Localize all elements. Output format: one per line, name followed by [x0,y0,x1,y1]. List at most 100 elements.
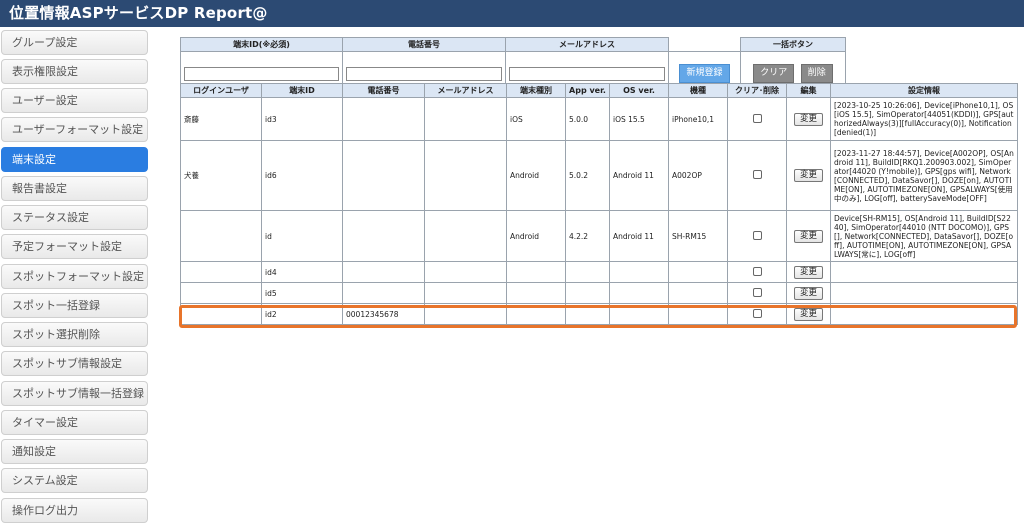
cell-mail [424,210,507,262]
cell-model: SH-RM15 [668,210,728,262]
column-header: 設定情報 [830,83,1018,98]
cell-terminal-id: id3 [261,97,343,141]
column-header: App ver. [565,83,610,98]
cell-clear-delete [727,140,787,211]
phone-input[interactable] [346,66,502,81]
cell-edit: 変更 [786,303,831,325]
cell-mail [424,303,507,325]
sidebar-item[interactable]: 報告書設定 [1,176,148,201]
select-checkbox[interactable] [752,266,762,276]
sidebar-item[interactable]: 端末設定 [1,147,148,172]
column-header: 端末種別 [506,83,566,98]
app-title: 位置情報ASPサービスDP Report@ [0,0,1024,27]
edit-button[interactable]: 変更 [793,112,823,126]
column-header: 電話番号 [342,83,425,98]
cell-settings-info [830,261,1018,283]
sidebar-item[interactable]: 通知設定 [1,439,148,464]
sidebar-item[interactable]: ステータス設定 [1,205,148,230]
cell-clear-delete [727,282,787,304]
sidebar-item[interactable]: ユーザーフォーマット設定 [1,117,148,142]
cell-phone [342,140,425,211]
new-register-button[interactable]: 新規登録 [679,64,730,83]
edit-button[interactable]: 変更 [793,229,823,243]
cell-type [506,303,566,325]
cell-clear-delete [727,261,787,283]
column-header: 編集 [786,83,831,98]
cell-user [180,261,262,283]
cell-type [506,261,566,283]
cell-terminal-id: id2 [261,303,343,325]
sidebar-item[interactable]: ユーザー設定 [1,88,148,113]
select-checkbox[interactable] [752,113,762,123]
cell-settings-info: [2023-10-25 10:26:06], Device[iPhone10,1… [830,97,1018,141]
terminal-table: ログインユーザ 端末ID 電話番号 メールアドレス 端末種別 App ver. OS ver… [180,83,1018,325]
cell-type [506,282,566,304]
terminal-id-input[interactable] [184,66,339,81]
terminal-id-header: 端末ID(※必須) [180,37,343,52]
mail-header: メールアドレス [505,37,669,52]
cell-app-ver: 5.0.2 [565,140,610,211]
cell-os-ver [609,303,669,325]
cell-clear-delete [727,210,787,262]
cell-settings-info [830,303,1018,325]
blank-header [668,37,741,52]
cell-user [180,210,262,262]
sidebar-item[interactable]: 操作ログ出力 [1,498,148,523]
cell-phone [342,97,425,141]
column-header: OS ver. [609,83,669,98]
sidebar-item[interactable]: スポットサブ情報設定 [1,351,148,376]
sidebar-item[interactable]: スポットフォーマット設定 [1,264,148,289]
cell-os-ver [609,282,669,304]
column-header: 端末ID [261,83,343,98]
cell-edit: 変更 [786,97,831,141]
cell-type: iOS [506,97,566,141]
cell-terminal-id: id4 [261,261,343,283]
cell-type: Android [506,210,566,262]
sidebar-item[interactable]: スポット一括登録 [1,293,148,318]
edit-button[interactable]: 変更 [793,307,823,321]
table-row: id Android 4.2.2 Android 11 SH-RM15 変更 Device[… [180,210,1018,262]
cell-phone [342,210,425,262]
edit-button[interactable]: 変更 [793,169,823,182]
cell-os-ver [609,261,669,283]
cell-model: iPhone10,1 [668,97,728,141]
cell-user: 犬養 [180,140,262,211]
cell-edit: 変更 [786,210,831,262]
cell-model [668,261,728,283]
cell-clear-delete [727,303,787,325]
sidebar-item[interactable]: システム設定 [1,468,148,493]
sidebar-item[interactable]: 予定フォーマット設定 [1,234,148,259]
cell-model [668,282,728,304]
cell-os-ver: Android 11 [609,140,669,211]
cell-phone [342,261,425,283]
column-header: ログインユーザ [180,83,262,98]
cell-mail [424,97,507,141]
phone-header: 電話番号 [342,37,506,52]
select-checkbox[interactable] [752,170,762,179]
edit-button[interactable]: 変更 [793,286,823,300]
table-row: 斎藤 id3 iOS 5.0.0 iOS 15.5 iPhone10,1 変更 [2023-1… [180,97,1018,141]
table-row: 犬養 id6 Android 5.0.2 Android 11 A002OP 変更 [2023… [180,140,1018,211]
sidebar-item[interactable]: スポット選択削除 [1,322,148,347]
cell-settings-info: [2023-11-27 18:44:57], Device[A002OP], O… [830,140,1018,211]
cell-app-ver [565,303,610,325]
column-header: メールアドレス [424,83,507,98]
cell-mail [424,282,507,304]
select-checkbox[interactable] [752,308,762,318]
cell-user [180,282,262,304]
cell-app-ver: 4.2.2 [565,210,610,262]
cell-user [180,303,262,325]
clear-button[interactable]: クリア [753,64,795,83]
cell-terminal-id: id5 [261,282,343,304]
sidebar-item[interactable]: グループ設定 [1,30,148,55]
edit-button[interactable]: 変更 [793,265,823,279]
cell-app-ver [565,282,610,304]
sidebar-item[interactable]: 表示権限設定 [1,59,148,84]
sidebar-item[interactable]: スポットサブ情報一括登録 [1,381,148,406]
mail-input[interactable] [509,66,665,81]
cell-os-ver: iOS 15.5 [609,97,669,141]
select-checkbox[interactable] [752,287,762,297]
sidebar-item[interactable]: タイマー設定 [1,410,148,435]
select-checkbox[interactable] [752,230,762,240]
delete-button[interactable]: 削除 [800,64,833,83]
